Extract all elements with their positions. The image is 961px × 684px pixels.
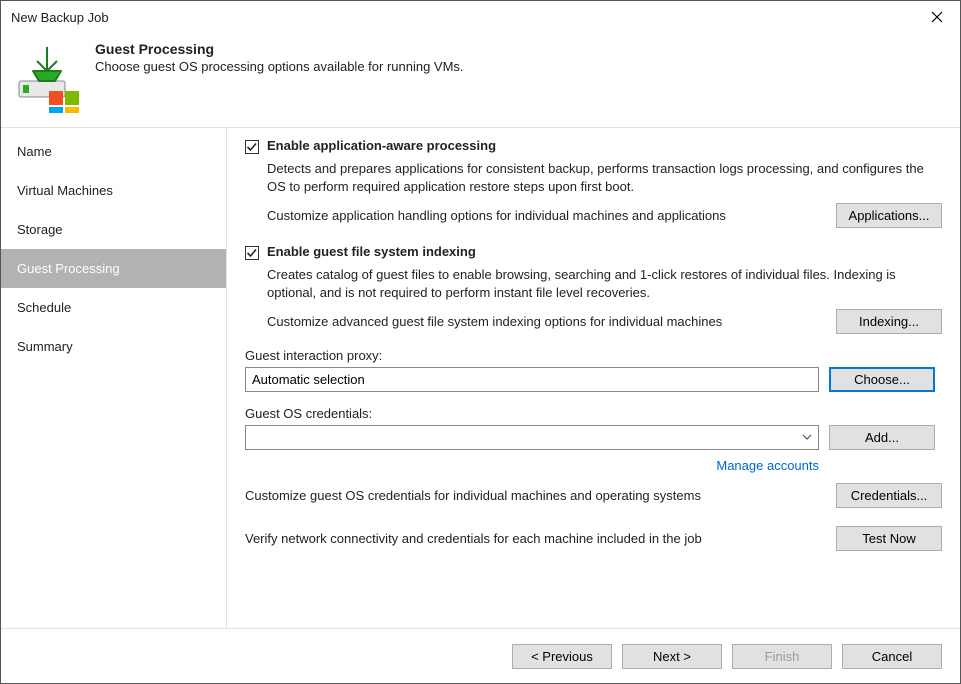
creds-combobox[interactable] xyxy=(245,425,819,450)
indexing-checkbox[interactable] xyxy=(245,246,259,260)
creds-customize-text: Customize guest OS credentials for indiv… xyxy=(245,488,826,503)
wizard-window: New Backup Job Guest Processing Choose g… xyxy=(0,0,961,684)
next-button[interactable]: Next > xyxy=(622,644,722,669)
content-panel: Enable application-aware processing Dete… xyxy=(226,128,960,628)
verify-row: Verify network connectivity and credenti… xyxy=(245,526,942,551)
add-creds-button[interactable]: Add... xyxy=(829,425,935,450)
indexing-customize-text: Customize advanced guest file system ind… xyxy=(267,314,826,329)
verify-text: Verify network connectivity and credenti… xyxy=(245,531,826,546)
finish-button[interactable]: Finish xyxy=(732,644,832,669)
wizard-nav: Name Virtual Machines Storage Guest Proc… xyxy=(1,128,226,628)
app-aware-checkbox-row: Enable application-aware processing xyxy=(245,138,942,154)
nav-item-storage[interactable]: Storage xyxy=(1,210,226,249)
nav-item-name[interactable]: Name xyxy=(1,132,226,171)
body: Name Virtual Machines Storage Guest Proc… xyxy=(1,127,960,629)
nav-item-schedule[interactable]: Schedule xyxy=(1,288,226,327)
page-heading: Guest Processing xyxy=(95,41,464,57)
credentials-button[interactable]: Credentials... xyxy=(836,483,942,508)
previous-button[interactable]: < Previous xyxy=(512,644,612,669)
choose-proxy-button[interactable]: Choose... xyxy=(829,367,935,392)
indexing-button[interactable]: Indexing... xyxy=(836,309,942,334)
nav-item-summary[interactable]: Summary xyxy=(1,327,226,366)
applications-button[interactable]: Applications... xyxy=(836,203,942,228)
manage-accounts-row: Manage accounts xyxy=(245,458,819,473)
app-aware-label: Enable application-aware processing xyxy=(267,138,496,153)
test-now-button[interactable]: Test Now xyxy=(836,526,942,551)
nav-item-virtual-machines[interactable]: Virtual Machines xyxy=(1,171,226,210)
nav-item-guest-processing[interactable]: Guest Processing xyxy=(1,249,226,288)
app-aware-customize-row: Customize application handling options f… xyxy=(267,203,942,228)
wizard-icon xyxy=(15,41,79,113)
close-icon xyxy=(931,11,943,23)
titlebar: New Backup Job xyxy=(1,1,960,33)
app-aware-desc: Detects and prepares applications for co… xyxy=(267,160,942,195)
indexing-desc: Creates catalog of guest files to enable… xyxy=(267,266,942,301)
proxy-field[interactable] xyxy=(245,367,819,392)
check-icon xyxy=(245,246,259,260)
footer: < Previous Next > Finish Cancel xyxy=(1,629,960,683)
creds-label: Guest OS credentials: xyxy=(245,406,942,421)
check-icon xyxy=(245,140,259,154)
indexing-customize-row: Customize advanced guest file system ind… xyxy=(267,309,942,334)
creds-row: Add... xyxy=(245,425,942,450)
page-subtitle: Choose guest OS processing options avail… xyxy=(95,59,464,74)
app-aware-checkbox[interactable] xyxy=(245,140,259,154)
proxy-label: Guest interaction proxy: xyxy=(245,348,942,363)
header: Guest Processing Choose guest OS process… xyxy=(1,33,960,127)
cancel-button[interactable]: Cancel xyxy=(842,644,942,669)
creds-customize-row: Customize guest OS credentials for indiv… xyxy=(245,483,942,508)
manage-accounts-link[interactable]: Manage accounts xyxy=(716,458,819,473)
app-aware-customize-text: Customize application handling options f… xyxy=(267,208,826,223)
close-button[interactable] xyxy=(914,1,960,33)
indexing-label: Enable guest file system indexing xyxy=(267,244,476,259)
header-text: Guest Processing Choose guest OS process… xyxy=(95,41,464,74)
indexing-checkbox-row: Enable guest file system indexing xyxy=(245,244,942,260)
window-title: New Backup Job xyxy=(11,10,109,25)
chevron-down-icon xyxy=(800,430,814,444)
proxy-row: Choose... xyxy=(245,367,942,392)
